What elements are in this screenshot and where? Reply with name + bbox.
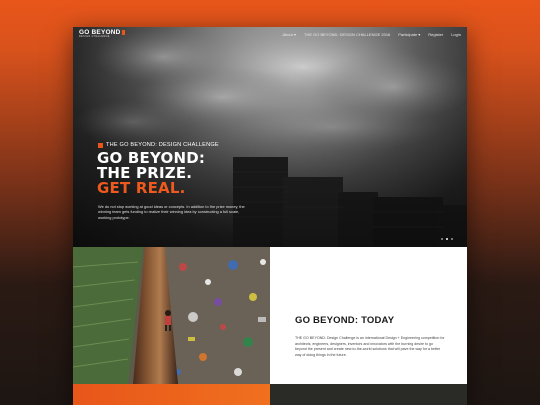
slider-dot[interactable] — [451, 238, 453, 240]
browser-page: GO BEYOND DESIGN CHALLENGE About ▾ THE G… — [73, 27, 467, 405]
top-navigation: GO BEYOND DESIGN CHALLENGE About ▾ THE G… — [73, 27, 467, 41]
nav-menu: About ▾ THE GO BEYOND: DESIGN CHALLENGE … — [282, 32, 461, 37]
headline-line-3: GET REAL. — [97, 179, 186, 197]
nav-item-challenge-2016[interactable]: THE GO BEYOND: DESIGN CHALLENGE 2016 — [304, 32, 390, 37]
hero-eyebrow-text: THE GO BEYOND: DESIGN CHALLENGE — [106, 142, 219, 148]
dark-footer-block — [270, 384, 467, 405]
nav-item-login[interactable]: Login — [451, 32, 461, 37]
today-title: GO BEYOND: TODAY — [295, 315, 395, 326]
hero-eyebrow: THE GO BEYOND: DESIGN CHALLENGE — [98, 142, 219, 148]
hero-description: We do not stop working at good ideas or … — [98, 204, 245, 220]
nav-item-register[interactable]: Register — [428, 32, 443, 37]
landfill-pipe-photo — [73, 247, 270, 384]
today-description: THE GO BEYOND: Design Challenge is an in… — [295, 336, 445, 358]
today-section: GO BEYOND: TODAY THE GO BEYOND: Design C… — [270, 247, 467, 384]
site-logo[interactable]: GO BEYOND DESIGN CHALLENGE — [79, 29, 125, 39]
slider-dot[interactable] — [441, 238, 443, 240]
hero-headline: GO BEYOND: THE PRIZE. GET REAL. — [97, 151, 205, 196]
logo-mark-icon — [121, 30, 125, 36]
slider-dot[interactable] — [446, 238, 448, 240]
orange-square-icon — [98, 142, 103, 148]
nav-item-participate[interactable]: Participate ▾ — [398, 32, 420, 37]
slider-dots — [441, 238, 453, 240]
hero-section: GO BEYOND DESIGN CHALLENGE About ▾ THE G… — [73, 27, 467, 247]
logo-subtitle: DESIGN CHALLENGE — [79, 35, 110, 39]
orange-footer-block — [73, 384, 270, 405]
nav-item-about[interactable]: About ▾ — [282, 32, 296, 37]
